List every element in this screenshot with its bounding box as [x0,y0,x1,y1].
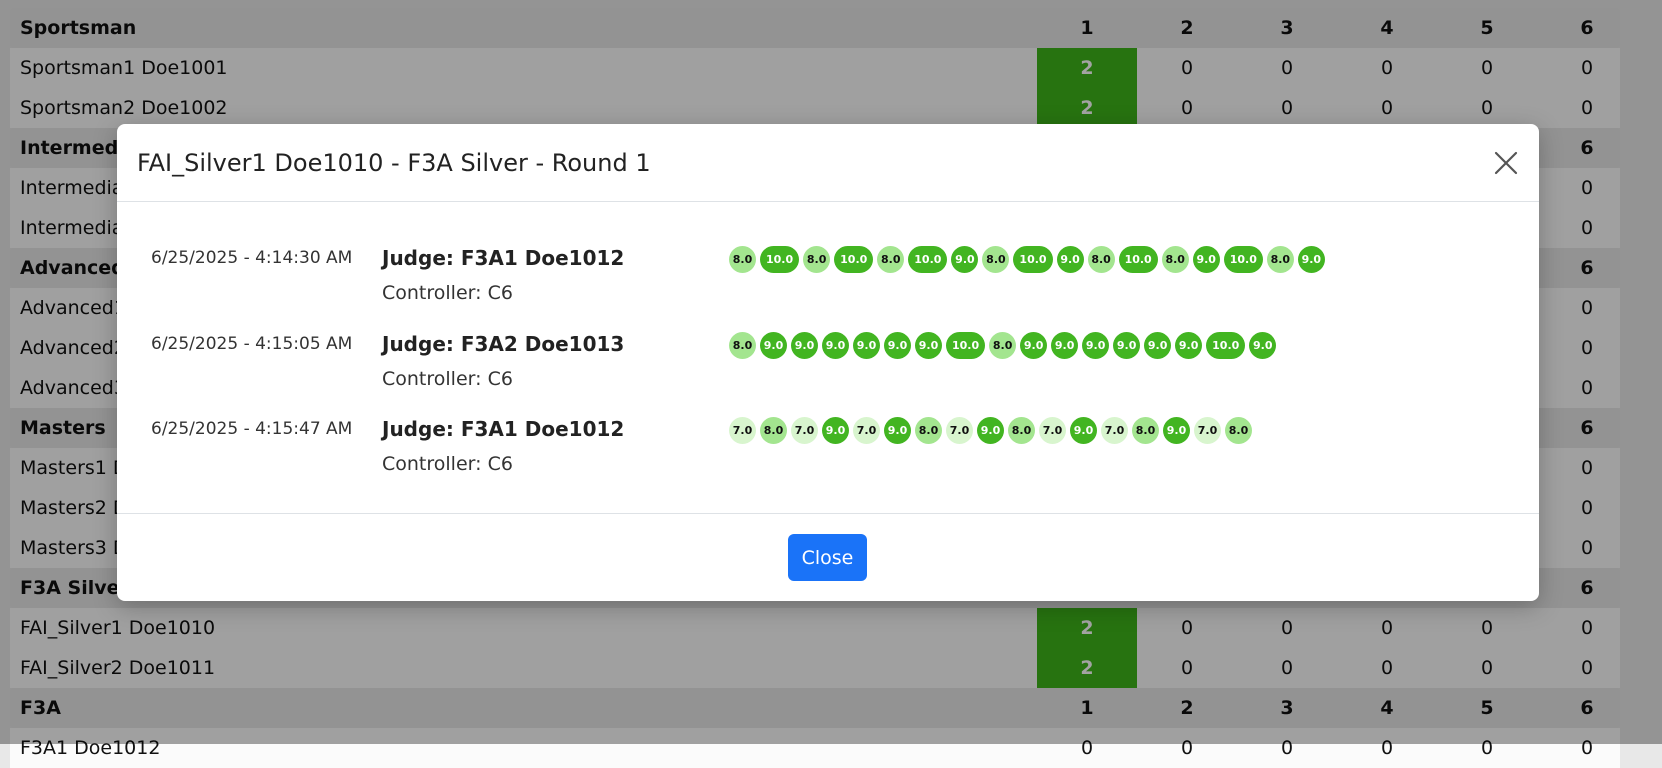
score-badge: 8.0 [1132,417,1159,444]
score-badge: 9.0 [884,332,911,359]
score-badge: 10.0 [1206,332,1246,359]
score-badge: 10.0 [834,246,874,273]
score-badge: 9.0 [884,417,911,444]
score-entry: 6/25/2025 - 4:15:05 AM Judge: F3A2 Doe101… [117,326,1539,406]
score-badge: 9.0 [853,332,880,359]
modal-title: FAI_Silver1 Doe1010 - F3A Silver - Round… [137,149,651,177]
score-list: 8.0 10.0 8.0 10.0 8.0 10.0 9.0 8.0 10.0 9.0 8.0 10.… [729,246,1325,273]
score-badge: 9.0 [760,332,787,359]
score-badge: 7.0 [729,417,756,444]
score-badge: 7.0 [853,417,880,444]
score-badge: 8.0 [803,246,831,273]
modal-header: FAI_Silver1 Doe1010 - F3A Silver - Round… [117,124,1539,202]
score-entry: 6/25/2025 - 4:14:30 AM Judge: F3A1 Doe101… [117,240,1539,320]
score-badge: 9.0 [1056,246,1084,273]
modal-body: 6/25/2025 - 4:14:30 AM Judge: F3A1 Doe101… [117,202,1539,514]
score-badge: 9.0 [1070,417,1097,444]
score-badge: 10.0 [1223,246,1263,273]
score-badge: 8.0 [1225,417,1252,444]
close-icon[interactable] [1491,148,1521,178]
close-button[interactable]: Close [788,534,867,581]
round-details-modal: FAI_Silver1 Doe1010 - F3A Silver - Round… [117,124,1539,601]
score-badge: 10.0 [1118,246,1158,273]
score-badge: 7.0 [791,417,818,444]
score-list: 7.0 8.0 7.0 9.0 7.0 9.0 8.0 7.0 9.0 8.0 7.0 9.0 7.0 8… [729,417,1252,444]
score-badge: 9.0 [1082,332,1110,359]
score-badge: 9.0 [1020,332,1048,359]
score-badge: 9.0 [1297,246,1325,273]
score-badge: 7.0 [946,417,973,444]
entry-timestamp: 6/25/2025 - 4:15:47 AM [151,419,353,439]
score-badge: 8.0 [1161,246,1189,273]
score-badge: 9.0 [1163,417,1190,444]
score-badge: 8.0 [1087,246,1115,273]
score-badge: 9.0 [1249,332,1277,359]
score-badge: 7.0 [1101,417,1128,444]
score-badge: 9.0 [1192,246,1220,273]
judge-name: Judge: F3A2 Doe1013 [382,332,625,356]
score-list: 8.0 9.0 9.0 9.0 9.0 9.0 9.0 10.0 8.0 9.0 9.0 9.0 9.0… [729,332,1277,359]
score-badge: 9.0 [822,417,849,444]
score-badge: 9.0 [1144,332,1172,359]
score-badge: 7.0 [1039,417,1066,444]
score-badge: 8.0 [1008,417,1035,444]
score-badge: 8.0 [729,246,756,273]
entry-timestamp: 6/25/2025 - 4:15:05 AM [151,334,353,354]
controller-label: Controller: C6 [382,282,513,304]
score-badge: 8.0 [915,417,942,444]
score-badge: 8.0 [989,332,1017,359]
score-badge: 8.0 [760,417,787,444]
score-badge: 9.0 [822,332,849,359]
score-badge: 10.0 [946,332,986,359]
controller-label: Controller: C6 [382,453,513,475]
score-badge: 9.0 [977,417,1004,444]
judge-name: Judge: F3A1 Doe1012 [382,417,625,441]
score-badge: 8.0 [982,246,1010,273]
score-badge: 9.0 [1175,332,1203,359]
score-badge: 8.0 [877,246,905,273]
controller-label: Controller: C6 [382,368,513,390]
score-badge: 10.0 [1013,246,1053,273]
score-badge: 8.0 [1266,246,1294,273]
score-badge: 7.0 [1194,417,1221,444]
score-badge: 9.0 [951,246,979,273]
entry-timestamp: 6/25/2025 - 4:14:30 AM [151,248,353,268]
score-badge: 8.0 [729,332,756,359]
score-entry: 6/25/2025 - 4:15:47 AM Judge: F3A1 Doe101… [117,411,1539,491]
judge-name: Judge: F3A1 Doe1012 [382,246,625,270]
score-badge: 9.0 [915,332,942,359]
modal-footer: Close [117,514,1539,602]
score-badge: 9.0 [791,332,818,359]
score-badge: 10.0 [760,246,800,273]
score-badge: 9.0 [1113,332,1141,359]
score-badge: 10.0 [908,246,948,273]
score-badge: 9.0 [1051,332,1079,359]
